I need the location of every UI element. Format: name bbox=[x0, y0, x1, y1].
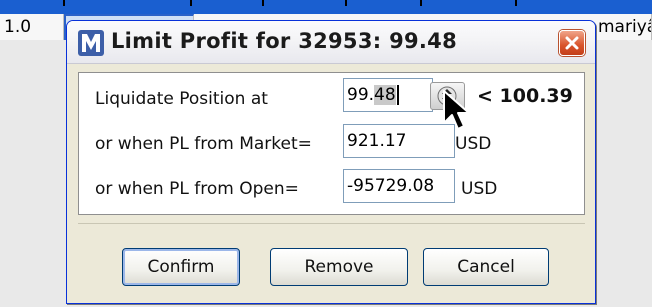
pl-from-open-label: or when PL from Open= bbox=[95, 179, 299, 199]
liquidate-price-input[interactable]: 99.48 bbox=[343, 78, 433, 112]
liquidate-price-selection: 48 bbox=[374, 85, 396, 105]
dialog-form-panel: Liquidate Position at 99.48 < 100.39 or … bbox=[78, 72, 585, 215]
close-button[interactable] bbox=[559, 30, 585, 56]
pl-from-market-input[interactable]: 921.17 bbox=[343, 124, 455, 158]
close-icon bbox=[565, 36, 579, 50]
background-row-number[interactable]: 1.0 bbox=[0, 14, 64, 40]
liquidate-position-label: Liquidate Position at bbox=[95, 89, 268, 109]
limit-bound-text: < 100.39 bbox=[477, 85, 573, 107]
pl-from-open-unit: USD bbox=[461, 179, 498, 199]
mouse-pointer-icon bbox=[443, 90, 470, 130]
confirm-button[interactable]: Confirm bbox=[122, 248, 240, 286]
pl-from-market-unit: USD bbox=[455, 134, 492, 154]
background-cell-right[interactable]: mariyâ bbox=[594, 14, 652, 40]
remove-button[interactable]: Remove bbox=[270, 248, 408, 286]
dialog-title-bar[interactable]: Limit Profit for 32953: 99.48 bbox=[67, 21, 595, 64]
app-logo-icon bbox=[78, 30, 104, 56]
cancel-button[interactable]: Cancel bbox=[423, 248, 549, 286]
dialog-title: Limit Profit for 32953: 99.48 bbox=[111, 29, 457, 53]
liquidate-price-value: 99. bbox=[347, 85, 375, 105]
pl-from-market-label: or when PL from Market= bbox=[95, 134, 312, 154]
text-caret bbox=[396, 85, 399, 105]
dialog-divider bbox=[78, 223, 585, 224]
pl-from-open-input[interactable]: -95729.08 bbox=[343, 169, 455, 203]
limit-profit-dialog: Limit Profit for 32953: 99.48 Liquidate … bbox=[66, 20, 596, 304]
